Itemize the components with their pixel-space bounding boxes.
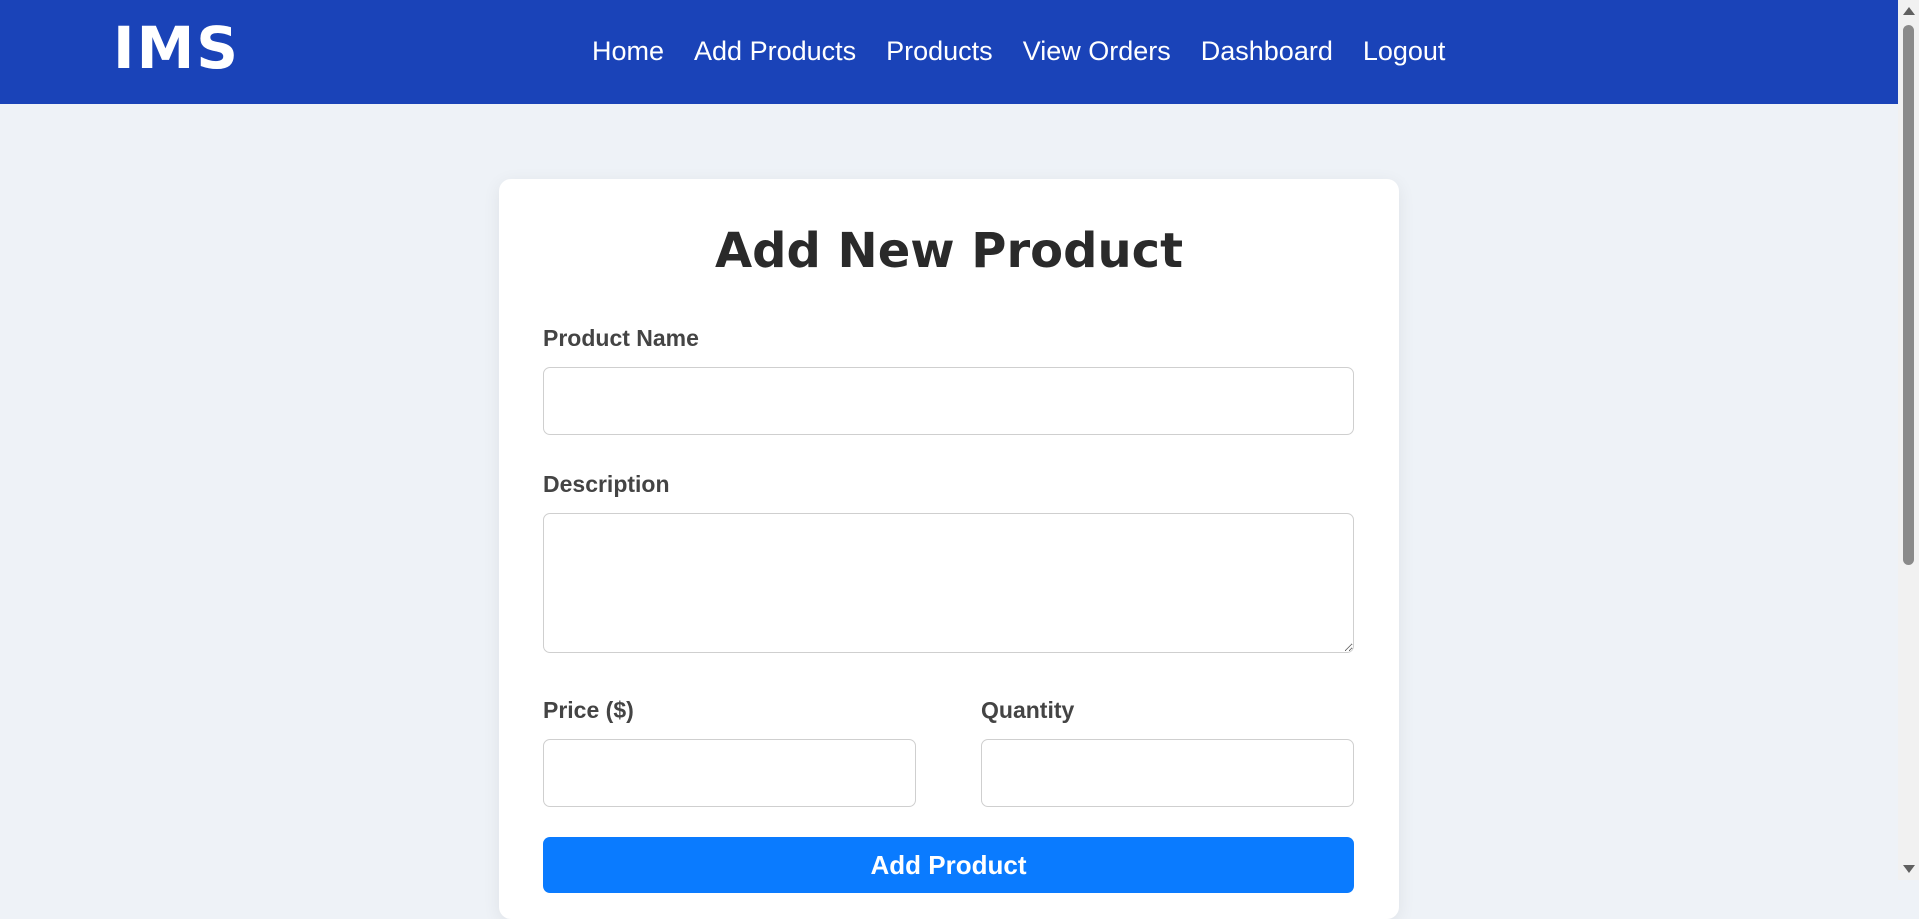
scroll-up-icon[interactable] — [1903, 7, 1915, 15]
scroll-down-icon[interactable] — [1903, 865, 1915, 873]
top-navbar: IMS Home Add Products Products View Orde… — [0, 0, 1898, 104]
product-name-label: Product Name — [543, 325, 699, 351]
nav-link-view-orders[interactable]: View Orders — [1023, 36, 1171, 67]
page-title: Add New Product — [714, 223, 1184, 279]
nav-links: Home Add Products Products View Orders D… — [592, 36, 1445, 67]
nav-link-logout[interactable]: Logout — [1363, 36, 1446, 67]
quantity-label: Quantity — [981, 697, 1075, 723]
nav-link-dashboard[interactable]: Dashboard — [1201, 36, 1333, 67]
description-label: Description — [543, 471, 670, 497]
price-input[interactable] — [543, 739, 916, 807]
description-textarea[interactable] — [543, 513, 1354, 653]
scroll-thumb[interactable] — [1903, 25, 1914, 565]
nav-link-products[interactable]: Products — [886, 36, 993, 67]
add-product-button[interactable]: Add Product — [543, 837, 1354, 893]
vertical-scrollbar[interactable] — [1898, 0, 1919, 880]
logo[interactable]: IMS — [113, 14, 240, 82]
price-label: Price ($) — [543, 697, 634, 723]
product-name-input[interactable] — [543, 367, 1354, 435]
nav-link-home[interactable]: Home — [592, 36, 664, 67]
quantity-input[interactable] — [981, 739, 1354, 807]
add-product-card: Add New Product Product Name Description… — [499, 179, 1399, 919]
nav-link-add-products[interactable]: Add Products — [694, 36, 856, 67]
